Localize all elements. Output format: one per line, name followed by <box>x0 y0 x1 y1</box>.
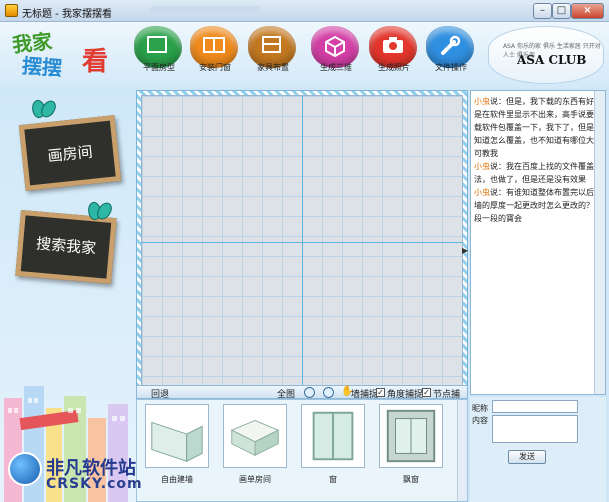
item-label: 窗 <box>329 475 337 484</box>
chat-sender: 小虫 <box>474 188 490 197</box>
item-single-room[interactable]: 画单房间 <box>223 404 287 488</box>
node-snap-checkbox[interactable]: ✓ <box>422 388 431 397</box>
tool-file-button[interactable]: 文件操作 <box>424 26 478 88</box>
canvas-toolbar: 回退 全图 ✋ 墙捕捉 ✓ 角度捕捉 ✓ 节点捕捉 <box>136 385 468 413</box>
asa-club-banner[interactable]: ASA 你乐的家 俱乐 生活家居 只开对人士 俱乐部 ASA CLUB <box>488 26 604 84</box>
tool-doors-button[interactable]: 安装门窗 <box>188 26 242 88</box>
maximize-button[interactable]: □ <box>552 3 571 19</box>
room-icon <box>223 404 287 468</box>
nickname-label: 昵称 <box>472 404 488 413</box>
chat-separator: 说： <box>490 97 506 106</box>
app-icon <box>5 4 18 17</box>
chat-message: 小虫说：有谁知道整体布置完以后，墙的厚度一起更改时怎么更改的？一段一段的寶会 <box>474 186 602 225</box>
tool-furniture-button[interactable]: 家具布置 <box>246 26 300 88</box>
title-bar: 无标题 - 我家摆摆看 – □ × <box>0 0 609 22</box>
item-label: 画单房间 <box>239 475 271 484</box>
canvas-frame <box>136 90 468 396</box>
chat-message: 小虫说：我在百度上找的文件覆盖方法，也做了，但是还是没有效果 <box>474 160 602 186</box>
door-icon <box>203 37 225 53</box>
item-label: 飘窗 <box>403 475 419 484</box>
item-bay-window[interactable]: 飘窗 <box>379 404 443 488</box>
tool-label: 生成三维 <box>320 63 352 72</box>
chat-messages: 小虫说：但是，我下载的东西有好多是在软件里显示不出来，高手说要下载软件包覆盖一下… <box>470 90 606 395</box>
wrench-icon <box>441 35 461 55</box>
draw-room-button[interactable]: 画房间 <box>18 115 122 191</box>
tool-floorplan-button[interactable]: 平面房型 <box>132 26 186 88</box>
tool-photo-button[interactable]: 生成照片 <box>367 26 421 88</box>
header: 我家 摆摆 看 平面房型 安装门窗 家具布置 生成三维 生成照片 文件操作 AS… <box>0 22 609 88</box>
zoom-out-icon[interactable] <box>323 387 334 398</box>
search-home-button[interactable]: 搜索我家 <box>15 209 117 285</box>
chat-scrollbar[interactable] <box>594 91 605 394</box>
tool-3d-button[interactable]: 生成三维 <box>309 26 363 88</box>
furniture-icon <box>262 36 281 53</box>
club-name: ASA CLUB <box>517 53 587 67</box>
draw-room-label: 画房间 <box>46 142 94 166</box>
chat-sender: 小虫 <box>474 97 490 106</box>
title-ghost-text <box>150 6 260 13</box>
send-button[interactable]: 发送 <box>508 450 546 464</box>
tool-label: 安装门窗 <box>199 63 231 72</box>
butterfly-icon <box>32 100 54 118</box>
app-window: 无标题 - 我家摆摆看 – □ × 我家 摆摆 看 平面房型 安装门窗 家具布置 <box>0 0 609 502</box>
watermark: 非凡软件站 CRSKY.com <box>0 440 170 502</box>
logo-line2: 摆摆 <box>21 53 63 81</box>
chat-sender: 小虫 <box>474 162 490 171</box>
axis-vertical <box>302 96 303 386</box>
chat-separator: 说： <box>490 162 506 171</box>
zoom-in-icon[interactable] <box>304 387 315 398</box>
angle-snap-checkbox[interactable]: ✓ <box>376 388 385 397</box>
chat-separator: 说： <box>490 188 506 197</box>
compose-panel: 昵称 内容 发送 <box>470 397 606 502</box>
drawing-canvas[interactable] <box>141 95 463 387</box>
bay-window-icon <box>379 404 443 468</box>
tool-label: 生成照片 <box>378 63 410 72</box>
globe-icon <box>8 452 42 486</box>
watermark-line2: CRSKY.com <box>46 476 143 492</box>
tool-label: 平面房型 <box>143 63 175 72</box>
butterfly-icon <box>88 202 110 220</box>
cube-icon <box>325 35 345 57</box>
tool-label: 家具布置 <box>257 63 289 72</box>
window-title: 无标题 - 我家摆摆看 <box>22 9 112 20</box>
nickname-input[interactable] <box>492 400 578 413</box>
window-icon <box>301 404 365 468</box>
chat-message: 小虫说：但是，我下载的东西有好多是在软件里显示不出来，高手说要下载软件包覆盖一下… <box>474 95 602 160</box>
close-button[interactable]: × <box>571 3 604 19</box>
chat-text: 但是，我下载的东西有好多是在软件里显示不出来，高手说要下载软件包覆盖一下，我下了… <box>474 97 602 158</box>
logo-line3: 看 <box>82 47 109 77</box>
search-home-label: 搜索我家 <box>35 234 97 258</box>
minimize-button[interactable]: – <box>533 3 552 19</box>
items-panel: 自由建墙 画单房间 窗 飘窗 <box>136 399 468 502</box>
camera-icon <box>383 37 403 53</box>
content-input[interactable] <box>492 415 578 443</box>
app-logo: 我家 摆摆 看 <box>8 27 126 85</box>
item-window[interactable]: 窗 <box>301 404 365 488</box>
collapse-arrow-icon[interactable]: ▶ <box>462 246 468 255</box>
content-label: 内容 <box>472 416 488 425</box>
tool-label: 文件操作 <box>435 63 467 72</box>
square-icon <box>147 36 167 53</box>
items-scrollbar[interactable] <box>457 400 467 501</box>
